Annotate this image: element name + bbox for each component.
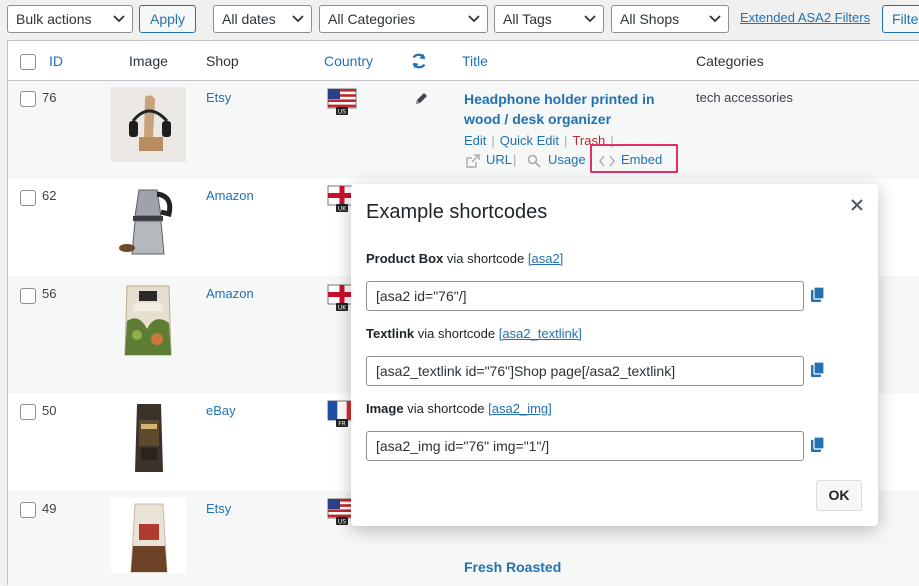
shortcode-doc-link[interactable]: [asa2]	[528, 251, 563, 266]
svg-text:FR: FR	[338, 421, 346, 428]
row-checkbox[interactable]	[20, 288, 36, 304]
tablenav-top: Bulk actions Apply All dates All Categor…	[0, 0, 919, 40]
textlink-label: Textlink via shortcode [asa2_textlink]	[366, 326, 582, 341]
row-id: 49	[42, 501, 57, 516]
coffee-bag-taylors-image	[124, 285, 172, 356]
shop-link[interactable]: Etsy	[206, 90, 231, 105]
dates-filter-select[interactable]: All dates	[213, 5, 312, 33]
quick-edit-link[interactable]: Quick Edit	[500, 133, 559, 148]
coffee-bag-clear-image	[130, 503, 168, 573]
bulk-actions-select[interactable]: Bulk actions	[7, 5, 133, 33]
shop-link[interactable]: eBay	[206, 403, 236, 418]
column-categories: Categories	[696, 53, 764, 69]
image-shortcode-input[interactable]: [asa2_img id="76" img="1"/]	[366, 431, 804, 461]
product-box-shortcode-input[interactable]: [asa2 id="76"/]	[366, 281, 804, 311]
section-label: Textlink	[366, 326, 415, 341]
row-checkbox[interactable]	[20, 190, 36, 206]
chevron-down-icon	[709, 15, 721, 23]
row-checkbox[interactable]	[20, 404, 36, 420]
dates-filter-value: All dates	[222, 11, 276, 27]
shortcode-doc-link[interactable]: [asa2_textlink]	[499, 326, 582, 341]
chevron-down-icon	[113, 15, 125, 23]
moka-pot-image	[119, 189, 173, 255]
refresh-icon[interactable]	[410, 52, 428, 70]
product-title-link[interactable]: Headphone holder printed in wood / desk …	[464, 89, 684, 129]
bulk-actions-value: Bulk actions	[16, 11, 92, 27]
image-label: Image via shortcode [asa2_img]	[366, 401, 552, 416]
filter-button[interactable]: Filte	[882, 5, 919, 33]
extended-filters-link[interactable]: Extended ASA2 Filters	[740, 10, 870, 25]
shop-link[interactable]: Amazon	[206, 188, 254, 203]
table-row: 76 Etsy US Headphone holder printed in w…	[8, 81, 919, 179]
section-label: Product Box	[366, 251, 444, 266]
categories-filter-select[interactable]: All Categories	[319, 5, 488, 33]
edit-link[interactable]: Edit	[464, 133, 486, 148]
row-checkbox[interactable]	[20, 502, 36, 518]
url-link[interactable]: URL	[486, 152, 512, 167]
shortcodes-modal: Example shortcodes Product Box via short…	[351, 184, 878, 526]
textlink-shortcode-input[interactable]: [asa2_textlink id="76"]Shop page[/asa2_t…	[366, 356, 804, 386]
product-category: tech accessories	[696, 90, 793, 105]
column-image: Image	[129, 53, 168, 69]
column-id[interactable]: ID	[49, 53, 63, 69]
svg-text:US: US	[338, 519, 346, 526]
column-country[interactable]: Country	[324, 53, 373, 69]
usage-link[interactable]: Usage	[548, 152, 586, 167]
table-header: ID Image Shop Country Title Categories	[8, 41, 919, 81]
product-box-label: Product Box via shortcode [asa2]	[366, 251, 563, 266]
copy-icon[interactable]	[809, 286, 827, 304]
shortcode-doc-link[interactable]: [asa2_img]	[488, 401, 552, 416]
apply-button[interactable]: Apply	[139, 5, 196, 33]
shops-filter-select[interactable]: All Shops	[611, 5, 729, 33]
product-thumbnail[interactable]	[111, 398, 186, 473]
us-flag-icon: US	[327, 88, 357, 116]
headphone-stand-image	[111, 87, 186, 162]
modal-title: Example shortcodes	[366, 201, 548, 223]
product-thumbnail[interactable]	[111, 283, 186, 358]
row-id: 62	[42, 188, 57, 203]
chevron-down-icon	[468, 15, 480, 23]
row-id: 50	[42, 403, 57, 418]
close-icon[interactable]	[848, 196, 866, 214]
categories-filter-value: All Categories	[328, 11, 416, 27]
shop-link[interactable]: Amazon	[206, 286, 254, 301]
row-checkbox[interactable]	[20, 91, 36, 107]
shops-filter-value: All Shops	[620, 11, 680, 27]
product-title-link[interactable]: Fresh Roasted	[464, 557, 684, 577]
section-via: via shortcode	[417, 326, 496, 341]
coffee-bag-dark-image	[135, 404, 163, 472]
chevron-down-icon	[292, 15, 304, 23]
column-shop: Shop	[206, 53, 239, 69]
chevron-down-icon	[584, 15, 596, 23]
copy-icon[interactable]	[809, 436, 827, 454]
copy-icon[interactable]	[809, 361, 827, 379]
search-icon	[527, 154, 541, 168]
select-all-checkbox[interactable]	[20, 54, 36, 70]
product-thumbnail[interactable]	[111, 498, 186, 573]
tags-filter-value: All Tags	[503, 11, 552, 27]
product-thumbnail[interactable]	[111, 184, 186, 259]
section-via: via shortcode	[407, 401, 485, 416]
svg-text:UK: UK	[338, 305, 347, 312]
row-id: 76	[42, 90, 57, 105]
embed-highlight-box	[590, 144, 678, 173]
row-id: 56	[42, 286, 57, 301]
section-via: via shortcode	[446, 251, 525, 266]
tags-filter-select[interactable]: All Tags	[494, 5, 604, 33]
product-thumbnail[interactable]	[111, 87, 186, 162]
svg-text:US: US	[338, 109, 346, 116]
ok-button[interactable]: OK	[816, 480, 862, 511]
pencil-icon[interactable]	[413, 91, 429, 107]
column-title[interactable]: Title	[462, 53, 488, 69]
svg-text:UK: UK	[338, 206, 347, 213]
external-link-icon	[466, 154, 480, 168]
shop-link[interactable]: Etsy	[206, 501, 231, 516]
section-label: Image	[366, 401, 404, 416]
